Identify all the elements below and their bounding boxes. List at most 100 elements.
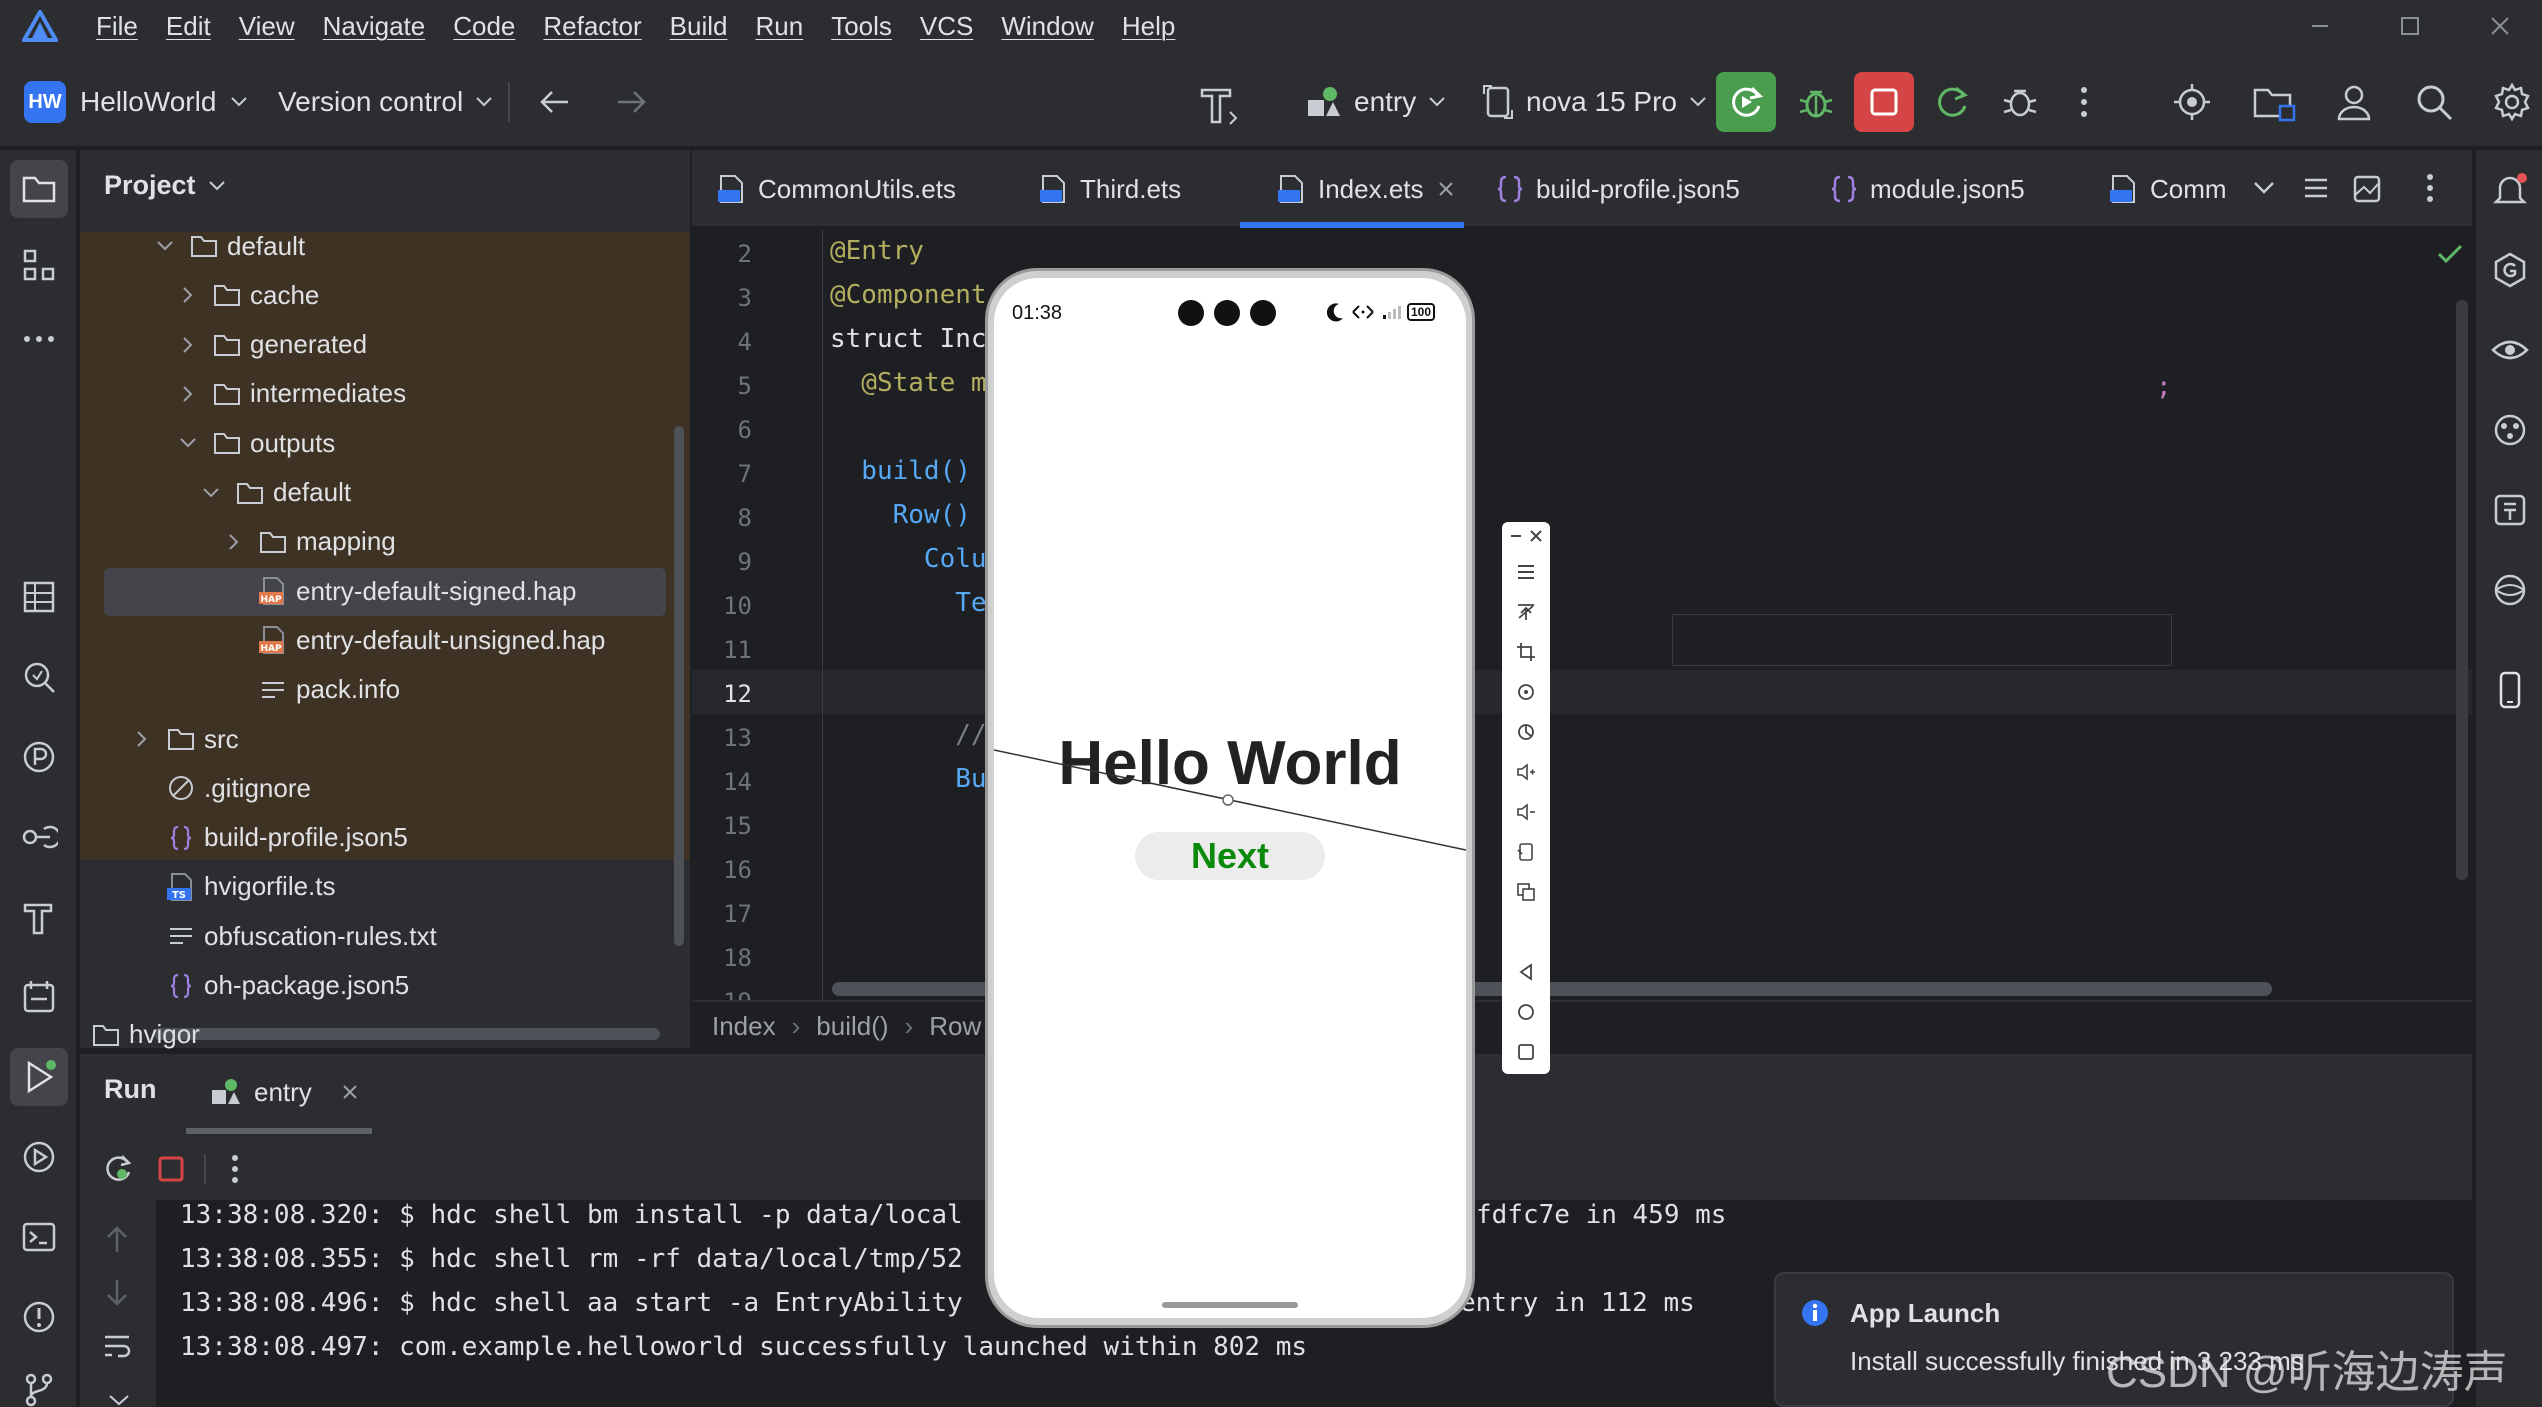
- tab-list-chevron-icon[interactable]: [2252, 180, 2276, 196]
- tree-item[interactable]: oh-package.json5: [132, 962, 409, 1010]
- tab-third[interactable]: Third.ets: [1038, 150, 1181, 228]
- emu-minimize-icon[interactable]: [1508, 528, 1524, 544]
- breadcrumb-item[interactable]: Row: [929, 1011, 981, 1042]
- run-config-selector[interactable]: entry: [1306, 80, 1446, 124]
- account-icon[interactable]: [2334, 82, 2374, 122]
- rerun-small-icon[interactable]: [102, 1152, 134, 1184]
- services-icon[interactable]: [10, 808, 68, 866]
- emu-recents-icon[interactable]: [1516, 1042, 1536, 1062]
- chevron-right-icon[interactable]: [178, 286, 198, 304]
- app-launch-notification[interactable]: App Launch Install successfully finished…: [1774, 1272, 2508, 1407]
- menu-help[interactable]: Help: [1122, 11, 1175, 42]
- menu-run[interactable]: Run: [755, 11, 803, 42]
- editor-vscrollbar[interactable]: [2456, 300, 2468, 880]
- soft-wrap-icon[interactable]: [102, 1332, 132, 1360]
- api-analyzer-icon[interactable]: [2484, 484, 2536, 536]
- menu-window[interactable]: Window: [1001, 11, 1093, 42]
- menu-navigate[interactable]: Navigate: [323, 11, 426, 42]
- more-actions-icon[interactable]: [2074, 84, 2094, 120]
- project-structure-icon[interactable]: [2252, 82, 2296, 122]
- close-icon[interactable]: [2480, 10, 2520, 42]
- tree-item[interactable]: generated: [178, 321, 367, 369]
- menu-build[interactable]: Build: [670, 11, 728, 42]
- menu-file[interactable]: File: [96, 11, 138, 42]
- tree-hscrollbar[interactable]: [154, 1028, 660, 1040]
- emu-multi-window-icon[interactable]: [1516, 882, 1536, 902]
- emu-pin-icon[interactable]: [1516, 602, 1536, 622]
- tab-module-json[interactable]: module.json5: [1830, 150, 2025, 228]
- chevron-right-icon[interactable]: [178, 336, 198, 354]
- tree-item[interactable]: TS hvigorfile.ts: [132, 863, 336, 911]
- attach-debugger-button[interactable]: [1990, 72, 2050, 132]
- emu-volume-down-icon[interactable]: [1516, 802, 1536, 822]
- chevron-down-icon[interactable]: [178, 437, 198, 449]
- emu-close-icon[interactable]: [1528, 528, 1544, 544]
- profiler-icon[interactable]: [10, 728, 68, 786]
- emu-menu-icon[interactable]: [1516, 562, 1536, 582]
- tree-item[interactable]: intermediates: [178, 370, 406, 418]
- more-tools-icon[interactable]: [10, 310, 68, 368]
- reader-mode-icon[interactable]: [2302, 174, 2330, 202]
- filter-icon[interactable]: [108, 1394, 130, 1407]
- chevron-down-icon[interactable]: [155, 240, 175, 252]
- globe-icon[interactable]: [2484, 564, 2536, 616]
- scroll-down-icon[interactable]: [104, 1278, 130, 1308]
- close-tab-icon[interactable]: [1436, 179, 1456, 199]
- tree-item[interactable]: outputs: [178, 419, 335, 467]
- maximize-icon[interactable]: [2390, 10, 2430, 42]
- run-tool-icon[interactable]: [10, 1048, 68, 1106]
- code-editor[interactable]: ; 2 @Entry 3 @Component 4 struct Inc 5 @State …: [692, 230, 2472, 1016]
- emu-rotate-icon[interactable]: [1516, 682, 1536, 702]
- tree-item[interactable]: default: [155, 222, 305, 270]
- app-logo-icon[interactable]: [22, 10, 58, 42]
- vcs-selector[interactable]: Version control: [278, 80, 493, 124]
- tree-item[interactable]: build-profile.json5: [132, 814, 408, 862]
- stop-button[interactable]: [1854, 72, 1914, 132]
- split-editor-icon[interactable]: [2352, 174, 2382, 204]
- breadcrumb-item[interactable]: build(): [816, 1011, 888, 1042]
- apply-changes-button[interactable]: [1922, 72, 1982, 132]
- notifications-bell-icon[interactable]: [2484, 164, 2536, 216]
- emu-back-icon[interactable]: [1516, 962, 1536, 982]
- stop-small-icon[interactable]: [158, 1156, 184, 1182]
- scroll-up-icon[interactable]: [104, 1224, 130, 1254]
- tree-item[interactable]: obfuscation-rules.txt: [132, 912, 437, 960]
- codegenie-icon[interactable]: [2484, 244, 2536, 296]
- search-icon[interactable]: [2414, 82, 2454, 122]
- tree-item[interactable]: mapping: [224, 518, 396, 566]
- tree-scrollbar[interactable]: [674, 426, 684, 946]
- emu-home-icon[interactable]: [1516, 1002, 1536, 1022]
- problems-icon[interactable]: [10, 1288, 68, 1346]
- tab-index[interactable]: Index.ets: [1262, 150, 1490, 228]
- table-icon[interactable]: [10, 568, 68, 626]
- todo-icon[interactable]: [10, 968, 68, 1026]
- chevron-right-icon[interactable]: [132, 730, 152, 748]
- settings-gear-icon[interactable]: [2492, 82, 2532, 122]
- chevron-right-icon[interactable]: [224, 533, 244, 551]
- tree-item[interactable]: HAP entry-default-unsigned.hap: [224, 616, 605, 664]
- project-selector[interactable]: HW HelloWorld: [24, 80, 248, 124]
- menu-refactor[interactable]: Refactor: [543, 11, 641, 42]
- home-indicator[interactable]: [1162, 1302, 1298, 1308]
- emu-crop-icon[interactable]: [1516, 642, 1536, 662]
- tree-item[interactable]: cache: [178, 271, 319, 319]
- emu-fold-icon[interactable]: [1516, 842, 1536, 862]
- preview-eye-icon[interactable]: [2484, 324, 2536, 376]
- tabs-more-icon[interactable]: [2422, 172, 2438, 204]
- inspect-icon[interactable]: [10, 648, 68, 706]
- tab-commonutils[interactable]: CommonUtils.ets: [716, 150, 956, 228]
- tab-build-profile[interactable]: build-profile.json5: [1496, 150, 1740, 228]
- forward-icon[interactable]: [614, 86, 650, 118]
- run-more-icon[interactable]: [228, 1154, 242, 1184]
- menu-tools[interactable]: Tools: [831, 11, 892, 42]
- run-tab-entry[interactable]: entry: [210, 1068, 360, 1116]
- device-mirror-icon[interactable]: [2484, 664, 2536, 716]
- close-tab-icon[interactable]: [340, 1082, 360, 1102]
- breadcrumb-item[interactable]: Index: [712, 1011, 776, 1042]
- emu-screenshot-icon[interactable]: [1516, 722, 1536, 742]
- device-manager-icon[interactable]: [10, 1128, 68, 1186]
- app-analyzer-icon[interactable]: [2484, 404, 2536, 456]
- chevron-right-icon[interactable]: [178, 385, 198, 403]
- back-icon[interactable]: [536, 86, 572, 118]
- build-hammer-icon[interactable]: [1196, 82, 1240, 126]
